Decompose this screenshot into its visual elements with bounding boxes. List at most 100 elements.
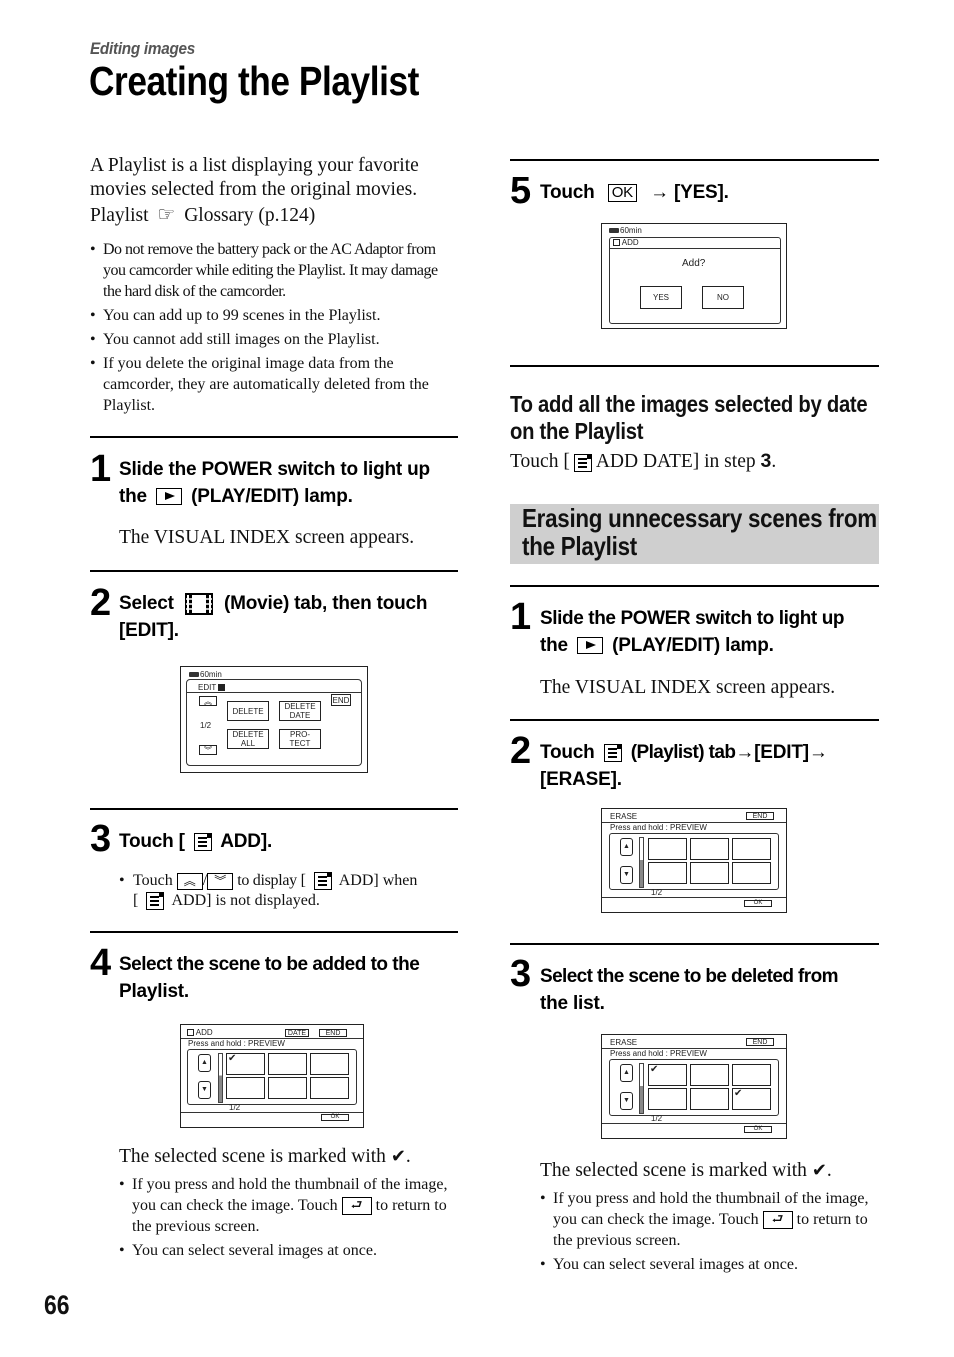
playlist-tab-icon — [187, 1029, 194, 1037]
thumbnail[interactable] — [732, 862, 771, 884]
scroll-up-button[interactable]: ▲ — [620, 1064, 633, 1082]
thumbnail[interactable] — [690, 862, 729, 884]
step-number: 4 — [90, 942, 112, 984]
erase-screen: ERASE END Press and hold : PREVIEW ▲ ▼ 1… — [601, 808, 787, 913]
step-text: [YES]. — [673, 182, 729, 203]
scroll-down-button[interactable]: ▼ — [620, 1092, 633, 1110]
divider — [90, 931, 458, 933]
screen-title: ERASE — [610, 1038, 638, 1047]
page-up-button[interactable]: ︽ — [199, 696, 217, 706]
ok-icon: OK — [607, 183, 637, 202]
result-text: . — [826, 1160, 832, 1181]
erase-step-1-instruction: Slide the POWER switch to light up the (… — [540, 605, 885, 659]
scrollbar[interactable] — [639, 1063, 644, 1114]
scrollbar[interactable] — [218, 1053, 223, 1103]
scroll-down-button[interactable]: ▼ — [198, 1081, 211, 1099]
battery-icon — [609, 228, 619, 233]
thumbnail[interactable] — [648, 838, 687, 860]
bullet-text: [ — [133, 892, 139, 909]
scrollbar[interactable] — [639, 837, 644, 888]
thumbnail[interactable] — [690, 1088, 729, 1110]
playlist-icon — [313, 872, 332, 891]
step-text: [EDIT]. — [119, 620, 179, 641]
preview-hint: Press and hold : PREVIEW — [188, 1039, 285, 1048]
scroll-up-button[interactable]: ▲ — [198, 1054, 211, 1072]
ok-button[interactable]: OK — [321, 1114, 349, 1121]
glossary-ref[interactable]: Playlist ☞ Glossary (p.124) — [90, 202, 315, 226]
body-text: ADD DATE] in step — [595, 451, 756, 472]
thumbnail[interactable]: ✔ — [226, 1053, 265, 1075]
step-reference: 3 — [760, 450, 772, 472]
return-icon: ⮐ — [762, 1211, 793, 1230]
page-up-icon: ︽ — [176, 872, 203, 890]
thumbnail[interactable] — [648, 1088, 687, 1110]
step-text: the — [540, 635, 568, 656]
intro-bullets: Do not remove the battery pack or the AC… — [90, 239, 458, 419]
scroll-down-button[interactable]: ▼ — [620, 866, 633, 884]
divider — [90, 570, 458, 572]
screen-title: ERASE — [610, 812, 638, 821]
bullet: If you press and hold the thumbnail of t… — [540, 1188, 880, 1251]
ok-button[interactable]: OK — [744, 1126, 772, 1133]
date-button[interactable]: DATE — [285, 1029, 309, 1037]
delete-button[interactable]: DELETE — [227, 701, 269, 721]
thumbnail[interactable] — [268, 1077, 307, 1099]
thumbnail[interactable] — [310, 1053, 349, 1075]
step-4-result: The selected scene is marked with ✔. — [119, 1145, 411, 1169]
end-button[interactable]: END — [319, 1029, 347, 1037]
protect-button[interactable]: PRO- TECT — [279, 729, 321, 749]
thumbnail[interactable]: ✔ — [732, 1088, 771, 1110]
divider — [187, 692, 361, 693]
erase-step-3-bullets: If you press and hold the thumbnail of t… — [540, 1188, 880, 1278]
result-text: . — [405, 1146, 411, 1167]
step-text: [EDIT] — [754, 742, 809, 763]
step-3-instruction: Touch [ ADD]. — [119, 828, 464, 855]
no-button[interactable]: NO — [702, 286, 744, 309]
delete-date-button[interactable]: DELETE DATE — [279, 701, 321, 721]
bullet-text: Touch — [133, 872, 173, 889]
step-text: ADD]. — [220, 831, 273, 852]
step-text: Slide the POWER switch to light up — [540, 608, 845, 629]
thumbnail[interactable] — [732, 838, 771, 860]
thumbnail[interactable] — [648, 862, 687, 884]
dialog-title-text: ADD — [621, 238, 639, 247]
step-text: (PLAY/EDIT) lamp. — [191, 486, 353, 507]
thumbnail[interactable] — [310, 1077, 349, 1099]
end-button[interactable]: END — [746, 812, 774, 820]
scroll-up-button[interactable]: ▲ — [620, 838, 633, 856]
end-button[interactable]: END — [331, 694, 351, 706]
page-down-button[interactable]: ︾ — [199, 745, 217, 755]
arrow-right-icon: → — [735, 742, 755, 763]
page-number: 66 — [44, 1290, 70, 1320]
bullet: You can select several images at once. — [119, 1240, 464, 1261]
playlist-tab-icon — [613, 239, 620, 247]
delete-all-button[interactable]: DELETE ALL — [227, 729, 269, 749]
end-button[interactable]: END — [746, 1038, 774, 1046]
step-number: 5 — [510, 170, 532, 212]
bullet-text: ADD] is not displayed. — [171, 892, 320, 909]
thumbnail[interactable] — [690, 838, 729, 860]
play-icon — [156, 488, 182, 506]
dialog-question: Add? — [682, 258, 706, 269]
step-3-note: • Touch ︽ / ︾ to display [ ADD] when [ ADD… — [119, 871, 464, 911]
bullet: If you delete the original image data fr… — [90, 353, 458, 416]
step-text: Playlist. — [119, 981, 190, 1002]
divider — [90, 808, 458, 810]
page-indicator: 1/2 — [200, 721, 212, 730]
thumbnail[interactable] — [226, 1077, 265, 1099]
playlist-icon — [146, 892, 165, 911]
step-text: (Playlist) tab — [630, 742, 736, 763]
yes-button[interactable]: YES — [640, 286, 682, 309]
divider — [602, 897, 786, 898]
dialog-panel — [609, 237, 781, 324]
thumbnail[interactable] — [690, 1064, 729, 1086]
add-by-date-text: Touch [ADD DATE] in step 3. — [510, 449, 776, 474]
ok-button[interactable]: OK — [744, 900, 772, 907]
thumbnail[interactable] — [732, 1064, 771, 1086]
thumbnail[interactable]: ✔ — [648, 1064, 687, 1086]
screen-title-text: ADD — [195, 1028, 213, 1037]
step-text: Select the scene to be added to the — [119, 954, 420, 975]
thumbnail[interactable] — [268, 1053, 307, 1075]
step-5-instruction: Touch OK → [YES]. — [540, 179, 885, 206]
page-title: Creating the Playlist — [89, 58, 419, 104]
